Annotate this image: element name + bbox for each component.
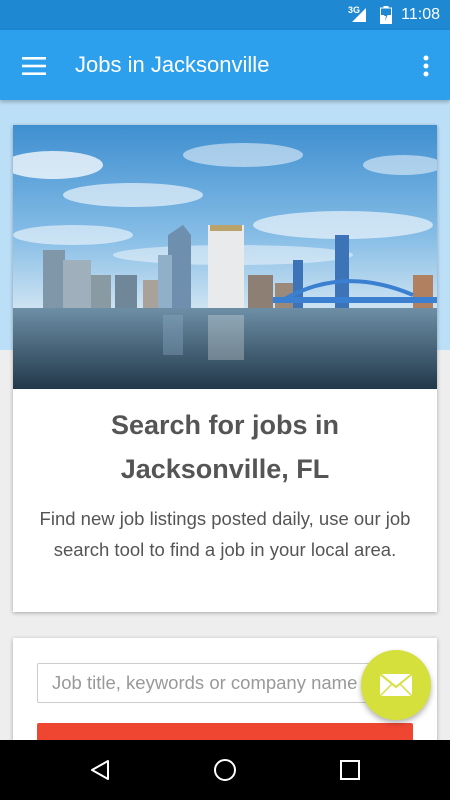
signal-icon <box>352 8 366 22</box>
app-bar: Jobs in Jacksonville <box>0 30 450 100</box>
job-search-input[interactable] <box>37 663 413 703</box>
home-button[interactable] <box>205 750 245 790</box>
more-vert-icon <box>423 55 429 77</box>
recents-square-icon <box>340 760 360 780</box>
status-bar: 3G 11:08 <box>0 0 450 30</box>
battery-icon <box>380 6 392 24</box>
main-content[interactable]: Search for jobs in Jacksonville, FL Find… <box>0 100 450 740</box>
navigation-bar <box>0 740 450 800</box>
home-circle-icon <box>214 759 236 781</box>
email-fab[interactable] <box>361 650 431 720</box>
back-button[interactable] <box>80 750 120 790</box>
overflow-menu-button[interactable] <box>414 46 438 86</box>
hamburger-menu-icon <box>22 57 46 75</box>
menu-button[interactable] <box>14 46 54 86</box>
search-button[interactable] <box>37 723 413 740</box>
app-title: Jobs in Jacksonville <box>75 52 270 77</box>
back-triangle-icon <box>91 760 109 780</box>
hero-card: Search for jobs in Jacksonville, FL Find… <box>13 125 437 612</box>
clock: 11:08 <box>401 6 440 23</box>
jacksonville-skyline-image <box>13 125 437 389</box>
mail-icon <box>379 673 413 697</box>
hero-description: Find new job listings posted daily, use … <box>39 508 411 560</box>
hero-title: Search for jobs in Jacksonville, FL <box>110 410 340 484</box>
recents-button[interactable] <box>330 750 370 790</box>
